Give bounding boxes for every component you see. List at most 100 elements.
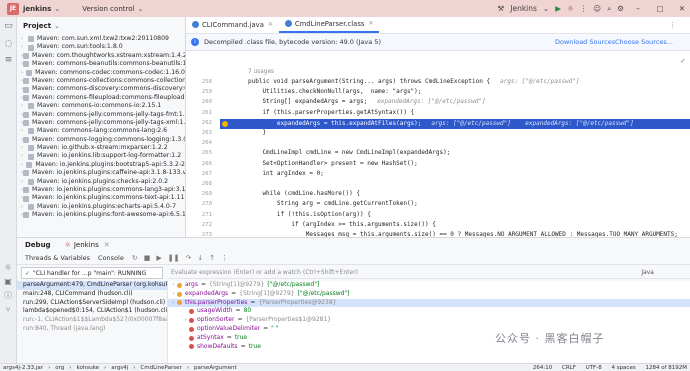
variable-row[interactable]: › args = {String[1]@9279} ["@/etc/passwd"] — [168, 281, 690, 290]
code-line[interactable]: int argIndex = 0; — [248, 170, 323, 177]
problems-icon[interactable]: ⓘ — [2, 290, 14, 302]
breadcrumb-item[interactable]: parseArgument — [194, 365, 237, 371]
tree-row[interactable]: › Maven: io.jenkins.plugins:caffeine-api:… — [17, 169, 185, 177]
stack-frame[interactable]: main:248, CLICommand (hudson.cli) — [17, 290, 167, 299]
chevron-right-icon[interactable]: › — [21, 102, 28, 110]
chevron-right-icon[interactable]: › — [182, 316, 189, 325]
line-separator[interactable]: CRLF — [562, 365, 576, 371]
tree-row[interactable]: › Maven: io.jenkins.plugins:font-awesome-… — [17, 211, 185, 219]
breadcrumb-item[interactable]: org — [55, 365, 64, 371]
close-icon[interactable]: ✕ — [268, 21, 273, 28]
terminal-icon[interactable]: ▣ — [2, 276, 14, 288]
download-sources-link[interactable]: Download Sources — [555, 38, 615, 46]
code-line[interactable]: if (this.parserProperties.getAtSyntax())… — [248, 109, 414, 116]
tab-clicommand[interactable]: CLICommand.java ✕ — [186, 17, 279, 33]
chevron-right-icon[interactable]: › — [170, 290, 177, 299]
tree-row[interactable]: › Maven: commons-collections:commons-coll… — [17, 77, 185, 85]
chevron-right-icon[interactable]: › — [170, 299, 177, 308]
tree-row[interactable]: › Maven: commons-lang:commons-lang:2.6 — [17, 127, 185, 135]
stop-icon[interactable]: ■ — [144, 254, 151, 262]
step-into-icon[interactable]: ↓ — [197, 254, 203, 262]
close-icon[interactable]: ✕ — [104, 241, 110, 249]
code-line[interactable]: if (!this.isOption(arg)) { — [248, 211, 371, 218]
project-name[interactable]: jenkins — [23, 5, 51, 13]
close-icon[interactable]: ✕ — [674, 4, 690, 13]
code-line[interactable]: String[] expandedArgs = args; expandedArg… — [248, 98, 485, 105]
chevron-right-icon[interactable]: › — [21, 43, 28, 51]
tree-row[interactable]: › Maven: commons-codec:commons-codec:1.16… — [17, 69, 185, 77]
commit-icon[interactable]: ◌ — [3, 39, 14, 50]
variable-row[interactable]: › this.parserProperties = {ParserProperties… — [168, 298, 690, 308]
stack-frame[interactable]: run:840, Thread (java.lang) — [17, 325, 167, 334]
tree-row[interactable]: › Maven: commons-jelly:commons-jelly-tags… — [17, 111, 185, 119]
thread-selector[interactable]: ✓ "CLI handler for ...p "main": RUNNING — [21, 267, 163, 279]
folder-icon[interactable]: ▭ — [3, 21, 14, 32]
variable-row[interactable]: › optionSorter = {ParserProperties$1@9281} — [168, 316, 690, 325]
chevron-right-icon[interactable]: › — [170, 281, 177, 290]
breadcrumb-item[interactable]: kohsuke — [77, 365, 100, 371]
chevron-right-icon[interactable]: › — [21, 178, 28, 186]
chevron-right-icon[interactable]: › — [21, 35, 28, 43]
variable-row[interactable]: atSyntax = true — [168, 334, 690, 343]
tab-console[interactable]: Console — [98, 254, 124, 262]
stack-frame[interactable]: lambda$opened$0:154, CLIAction$1 (hudson… — [17, 307, 167, 316]
tree-row[interactable]: › Maven: commons-beanutils:commons-beanut… — [17, 60, 185, 68]
breadcrumb-item[interactable]: args4j-2.33.jar — [3, 365, 43, 371]
chevron-right-icon[interactable]: › — [21, 152, 28, 160]
version-control-menu[interactable]: Version control — [82, 5, 134, 13]
chevron-right-icon[interactable]: › — [21, 127, 28, 135]
project-panel-header[interactable]: Project ⌄ — [17, 17, 185, 35]
code-line[interactable]: CmdLineImpl cmdLine = new CmdLineImpl(ex… — [248, 149, 450, 156]
pause-icon[interactable]: ❚❚ — [168, 254, 180, 262]
breadcrumb-item[interactable]: CmdLineParser — [140, 365, 181, 371]
user-icon[interactable]: ☺ — [593, 4, 601, 13]
structure-icon[interactable]: ≡ — [3, 55, 14, 66]
resume-icon[interactable]: ▶ — [156, 254, 161, 262]
tab-cmdlineparser[interactable]: CmdLineParser.class ✕ — [278, 17, 380, 33]
chevron-down-icon[interactable]: ⌄ — [54, 5, 60, 13]
tree-row[interactable]: › Maven: io.github.x-stream:mxparser:1.2.… — [17, 144, 185, 152]
variable-row[interactable]: › expandedArgs = {String[1]@9279} ["@/etc/pa… — [168, 290, 690, 299]
chevron-down-icon[interactable]: ⌄ — [137, 5, 143, 13]
variable-row[interactable]: usageWidth = 80 — [168, 307, 690, 316]
code-line[interactable]: while (cmdLine.hasMore()) { — [248, 190, 360, 197]
code-line[interactable]: public void parseArgument(String... args… — [248, 78, 580, 85]
chevron-right-icon[interactable]: › — [21, 203, 28, 211]
current-line[interactable]: expandedArgs = this.expandAtFiles(args);… — [220, 118, 690, 129]
debug-session-tab[interactable]: ☼ Jenkins ✕ — [65, 241, 110, 249]
tree-row[interactable]: › Maven: com.thoughtworks.xstream:xstream… — [17, 52, 185, 60]
tree-row[interactable]: › Maven: io.jenkins.plugins:commons-text-… — [17, 194, 185, 202]
more-icon[interactable]: ⋮ — [580, 4, 588, 13]
close-icon[interactable]: ✕ — [368, 20, 373, 27]
variable-row[interactable]: optionValueDelimiter = " " — [168, 325, 690, 334]
stack-frame[interactable]: run:-1, CLIAction$1$$Lambda$527/0x00007f… — [17, 316, 167, 325]
git-icon[interactable]: ⑂ — [2, 304, 14, 316]
evaluate-expression-input[interactable]: Evaluate expression (Enter) or add a wat… — [167, 267, 690, 279]
tree-row[interactable]: › Maven: com.sun.xml.txw2:txw2:20110809 — [17, 35, 185, 43]
caret-position[interactable]: 264:10 — [533, 365, 552, 371]
more-icon[interactable]: ⋮ — [669, 21, 676, 29]
chevron-down-icon[interactable]: ⌄ — [54, 22, 60, 30]
variable-row[interactable]: showDefaults = true — [168, 343, 690, 352]
search-icon[interactable]: ⌕ — [607, 4, 611, 14]
tree-row[interactable]: › Maven: io.jenkins.plugins:commons-lang3… — [17, 186, 185, 194]
code-line[interactable]: Utilities.checkNonNull(args, name: "args… — [248, 88, 421, 95]
minimize-icon[interactable]: – — [630, 4, 646, 13]
memory-indicator[interactable]: 1284 of 8192M — [645, 365, 687, 371]
debug-tool-icon[interactable]: ☼ — [2, 262, 14, 274]
code-line[interactable]: if (argIndex >= this.arguments.size()) { — [248, 221, 436, 228]
tree-row[interactable]: › Maven: com.sun:tools:1.8.0 — [17, 43, 185, 51]
tree-row[interactable]: › Maven: io.jenkins.plugins:checks-api:2.… — [17, 178, 185, 186]
usages-hint[interactable]: 7 usages — [248, 69, 274, 75]
step-over-icon[interactable]: ↷ — [185, 254, 191, 262]
run-icon[interactable]: ▶ — [555, 4, 561, 13]
choose-sources-link[interactable]: Choose Sources... — [615, 38, 673, 46]
stack-frame[interactable]: run:299, CLIAction$ServerSideImpl (hudso… — [17, 299, 167, 308]
chevron-down-icon[interactable]: ⌄ — [543, 4, 549, 13]
code-line[interactable]: String arg = cmdLine.getCurrentToken(); — [248, 200, 418, 207]
code-line[interactable]: } — [248, 129, 266, 136]
chevron-right-icon[interactable]: › — [21, 144, 28, 152]
code-line[interactable]: Set<OptionHandler> present = new HashSet… — [248, 160, 417, 167]
debug-icon[interactable]: ☼ — [567, 4, 574, 13]
breakpoint-icon[interactable] — [222, 120, 228, 127]
